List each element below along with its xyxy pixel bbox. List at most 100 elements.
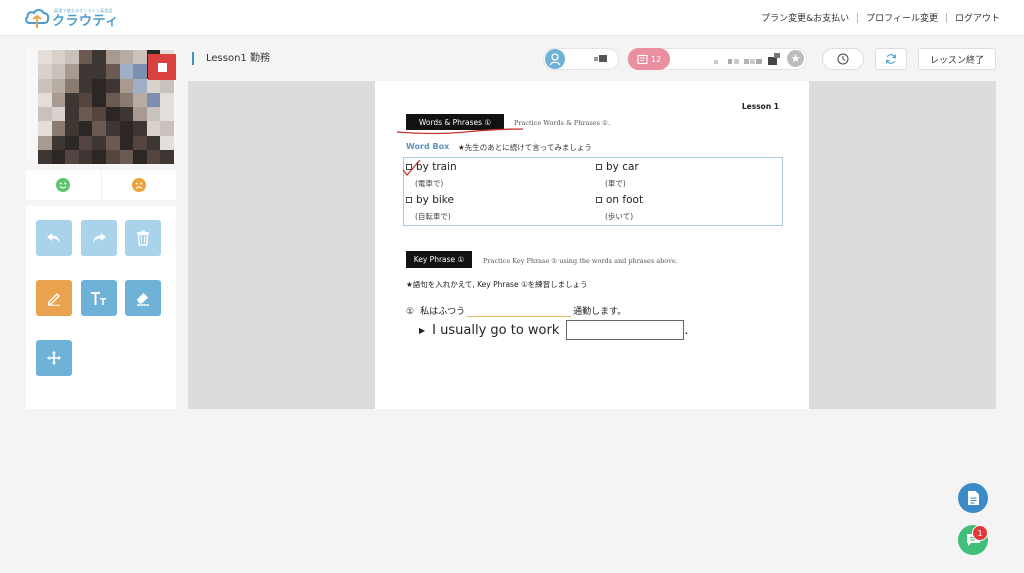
sentence-number: ①: [406, 307, 415, 317]
end-lesson-button[interactable]: レッスン終了: [918, 48, 996, 70]
video-mosaic-tile: [51, 149, 66, 164]
word-box-instruction: ★先生のあとに続けて言ってみましょう: [458, 143, 592, 152]
video-preview: [26, 48, 176, 166]
redo-icon: [93, 233, 106, 243]
delete-button[interactable]: [125, 220, 161, 256]
video-mosaic-tile: [51, 78, 66, 93]
video-mosaic-tile: [78, 149, 93, 164]
word-box: [403, 157, 783, 226]
eraser-icon: [137, 293, 149, 306]
timer-button[interactable]: [822, 48, 864, 70]
word-en: by train: [416, 161, 457, 173]
redo-button[interactable]: [81, 220, 117, 256]
key-phrase-instruction: ★語句を入れかえて, Key Phrase ①を練習しましょう: [406, 280, 588, 289]
video-mosaic-tile: [51, 64, 66, 79]
video-mosaic-tile: [133, 92, 147, 107]
video-mosaic-tile: [160, 121, 174, 136]
video-mosaic-tile: [160, 107, 174, 122]
video-mosaic-tile: [51, 121, 66, 136]
video-mosaic-tile: [38, 135, 52, 150]
video-mosaic-tile: [92, 64, 106, 79]
move-icon: [47, 351, 61, 365]
document-button[interactable]: [958, 483, 988, 513]
video-mosaic-tile: [160, 78, 174, 93]
video-mosaic-tile: [78, 64, 93, 79]
video-mosaic-tile: [38, 50, 52, 65]
text-icon: [91, 292, 106, 305]
video-mosaic-tile: [65, 107, 79, 122]
video-mosaic-tile: [78, 92, 93, 107]
word-item-on-foot[interactable]: on foot: [596, 194, 643, 206]
video-mosaic-tile: [38, 78, 52, 93]
video-mosaic-tile: [51, 107, 66, 122]
word-en: on foot: [606, 194, 644, 206]
video-mosaic-tile: [65, 64, 79, 79]
word-box-title: Word Box: [406, 142, 450, 151]
video-mosaic-tile: [92, 92, 106, 107]
pen-icon: [47, 293, 60, 306]
star-icon[interactable]: ★: [787, 50, 804, 67]
document-icon: [967, 491, 979, 505]
app-header: 英語で使えるオンライン英会話 クラウティ プラン変更&お支払い プロフィール変更…: [0, 0, 1024, 36]
video-mosaic-tile: [38, 121, 52, 136]
logo-tagline: 英語で使えるオンライン英会話: [54, 7, 113, 13]
video-mosaic-tile: [146, 149, 161, 164]
refresh-button[interactable]: [875, 48, 907, 70]
video-mosaic-tile: [133, 64, 147, 79]
video-mosaic-tile: [78, 121, 93, 136]
video-mosaic-tile: [146, 135, 161, 150]
pen-tool-button[interactable]: [36, 280, 72, 316]
trash-icon: [137, 230, 149, 246]
red-annotation-stroke: [396, 128, 524, 135]
video-mosaic-tile: [119, 121, 134, 136]
video-mosaic-tile: [119, 50, 134, 65]
checkbox-icon: [406, 164, 412, 170]
stop-video-button[interactable]: [148, 54, 176, 80]
checkbox-icon: [596, 164, 602, 170]
video-mosaic-tile: [146, 107, 161, 122]
ticket-count: 12: [651, 54, 662, 64]
video-mosaic-tile: [65, 50, 79, 65]
video-mosaic-tile: [92, 135, 106, 150]
move-tool-button[interactable]: [36, 340, 72, 376]
reaction-happy[interactable]: [26, 170, 101, 200]
word-item-by-car[interactable]: by car: [596, 161, 639, 173]
checkbox-icon: [596, 197, 602, 203]
logo[interactable]: 英語で使えるオンライン英会話 クラウティ: [24, 5, 119, 31]
video-mosaic-tile: [78, 50, 93, 65]
smile-icon: [56, 178, 71, 192]
video-mosaic-tile: [160, 135, 174, 150]
undo-button[interactable]: [36, 220, 72, 256]
nav-profile[interactable]: プロフィール変更: [866, 11, 938, 24]
word-item-by-train[interactable]: by train: [406, 161, 457, 173]
header-nav: プラン変更&お支払い プロフィール変更 ログアウト: [761, 11, 1000, 24]
text-tool-button[interactable]: [81, 280, 117, 316]
sentence-japanese: ① 私はふつう 通勤します。: [406, 304, 626, 317]
word-jp: (車で): [605, 179, 626, 188]
video-mosaic-tile: [133, 135, 147, 150]
video-mosaic-tile: [92, 107, 106, 122]
eraser-tool-button[interactable]: [125, 280, 161, 316]
word-en: by car: [606, 161, 639, 173]
video-mosaic-tile: [78, 107, 93, 122]
nav-logout[interactable]: ログアウト: [955, 11, 1000, 24]
lesson-material-page[interactable]: Lesson 1 Words & Phrases ① Practice Word…: [375, 81, 809, 409]
answer-input[interactable]: [566, 320, 685, 340]
video-mosaic-tile: [65, 92, 79, 107]
word-en: by bike: [416, 194, 454, 206]
nav-plan-payment[interactable]: プラン変更&お支払い: [761, 11, 849, 24]
video-mosaic-tile: [133, 121, 147, 136]
nav-divider: [857, 12, 859, 23]
reaction-sad[interactable]: [100, 170, 177, 200]
word-item-by-bike[interactable]: by bike: [406, 194, 454, 206]
video-mosaic-tile: [78, 78, 93, 93]
video-mosaic-tile: [65, 149, 79, 164]
video-mosaic-tile: [92, 50, 106, 65]
section-words-note: Practice Words & Phrases ①.: [514, 119, 610, 127]
video-mosaic-tile: [106, 92, 120, 107]
video-mosaic-tile: [119, 135, 134, 150]
sentence-blank[interactable]: [467, 305, 572, 317]
video-mosaic-tile: [106, 149, 120, 164]
video-mosaic-tile: [119, 78, 134, 93]
section-key-phrase: Key Phrase ①: [406, 251, 472, 268]
